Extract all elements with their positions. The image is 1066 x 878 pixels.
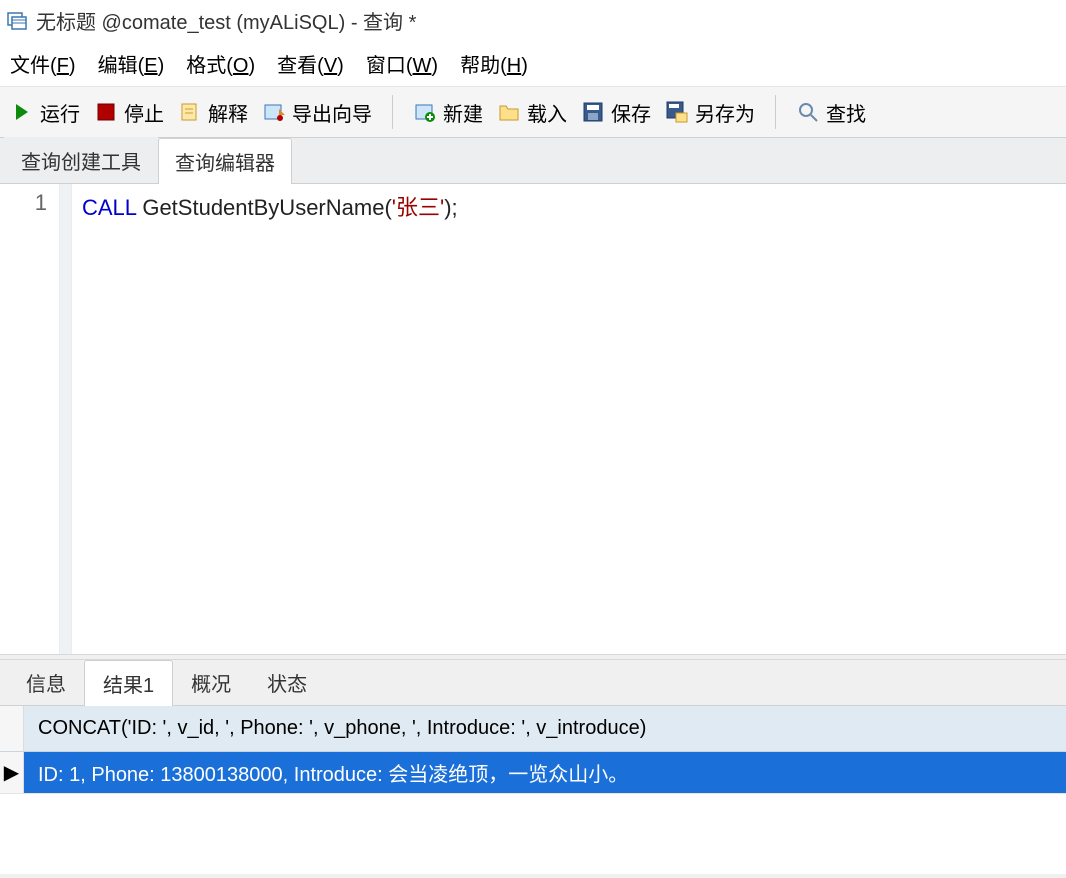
toolbar-separator <box>775 95 776 129</box>
find-label: 查找 <box>826 98 866 127</box>
result-blank-area <box>0 794 1066 874</box>
result-tab-strip: 信息 结果1 概况 状态 <box>0 660 1066 706</box>
result-cell[interactable]: ID: 1, Phone: 13800138000, Introduce: 会当… <box>24 758 1066 787</box>
explain-icon <box>178 100 202 124</box>
floppy-save-as-icon <box>665 100 689 124</box>
stop-icon <box>94 100 118 124</box>
stop-label: 停止 <box>124 98 164 127</box>
tab-result1[interactable]: 结果1 <box>84 660 173 706</box>
editor-content[interactable]: CALL GetStudentByUserName('张三'); <box>72 184 1066 654</box>
result-header-row: CONCAT('ID: ', v_id, ', Phone: ', v_phon… <box>0 706 1066 752</box>
menu-bar: 文件(F) 编辑(E) 格式(O) 查看(V) 窗口(W) 帮助(H) <box>0 40 1066 86</box>
result-row[interactable]: ▶ ID: 1, Phone: 13800138000, Introduce: … <box>0 752 1066 794</box>
app-window-icon <box>6 9 28 31</box>
menu-help[interactable]: 帮助(H) <box>460 49 528 78</box>
tab-query-builder[interactable]: 查询创建工具 <box>4 137 158 183</box>
title-bar: 无标题 @comate_test (myALiSQL) - 查询 * <box>0 0 1066 40</box>
save-as-label: 另存为 <box>695 98 755 127</box>
run-button[interactable]: 运行 <box>10 98 80 127</box>
tab-query-editor[interactable]: 查询编辑器 <box>158 138 292 184</box>
save-button[interactable]: 保存 <box>581 98 651 127</box>
sql-editor[interactable]: 1 CALL GetStudentByUserName('张三'); <box>0 184 1066 654</box>
menu-format[interactable]: 格式(O) <box>186 49 255 78</box>
load-button[interactable]: 载入 <box>497 98 567 127</box>
menu-file[interactable]: 文件(F) <box>10 49 76 78</box>
folder-open-icon <box>497 100 521 124</box>
explain-button[interactable]: 解释 <box>178 98 248 127</box>
tab-profile[interactable]: 概况 <box>173 660 249 705</box>
stop-button[interactable]: 停止 <box>94 98 164 127</box>
save-as-button[interactable]: 另存为 <box>665 98 755 127</box>
toolbar-separator <box>392 95 393 129</box>
editor-tab-strip: 查询创建工具 查询编辑器 <box>0 138 1066 184</box>
toolbar: 运行 停止 解释 导出向导 <box>0 86 1066 138</box>
export-wizard-label: 导出向导 <box>292 98 372 127</box>
run-label: 运行 <box>40 98 80 127</box>
new-query-icon <box>413 100 437 124</box>
result-grid: CONCAT('ID: ', v_id, ', Phone: ', v_phon… <box>0 706 1066 874</box>
new-label: 新建 <box>443 98 483 127</box>
row-marker-icon: ▶ <box>0 752 24 793</box>
export-wizard-button[interactable]: 导出向导 <box>262 98 372 127</box>
new-button[interactable]: 新建 <box>413 98 483 127</box>
menu-edit[interactable]: 编辑(E) <box>98 49 165 78</box>
editor-fold-column <box>60 184 72 654</box>
find-button[interactable]: 查找 <box>796 98 866 127</box>
save-label: 保存 <box>611 98 651 127</box>
tab-info[interactable]: 信息 <box>8 660 84 705</box>
search-icon <box>796 100 820 124</box>
window-title: 无标题 @comate_test (myALiSQL) - 查询 * <box>36 6 416 35</box>
load-label: 载入 <box>527 98 567 127</box>
editor-gutter: 1 <box>0 184 60 654</box>
column-header[interactable]: CONCAT('ID: ', v_id, ', Phone: ', v_phon… <box>24 717 1066 740</box>
menu-window[interactable]: 窗口(W) <box>366 49 438 78</box>
explain-label: 解释 <box>208 98 248 127</box>
floppy-save-icon <box>581 100 605 124</box>
play-icon <box>10 100 34 124</box>
row-marker-header <box>0 706 24 751</box>
export-wizard-icon <box>262 100 286 124</box>
line-number: 1 <box>0 190 47 216</box>
tab-status[interactable]: 状态 <box>249 660 325 705</box>
menu-view[interactable]: 查看(V) <box>277 49 344 78</box>
